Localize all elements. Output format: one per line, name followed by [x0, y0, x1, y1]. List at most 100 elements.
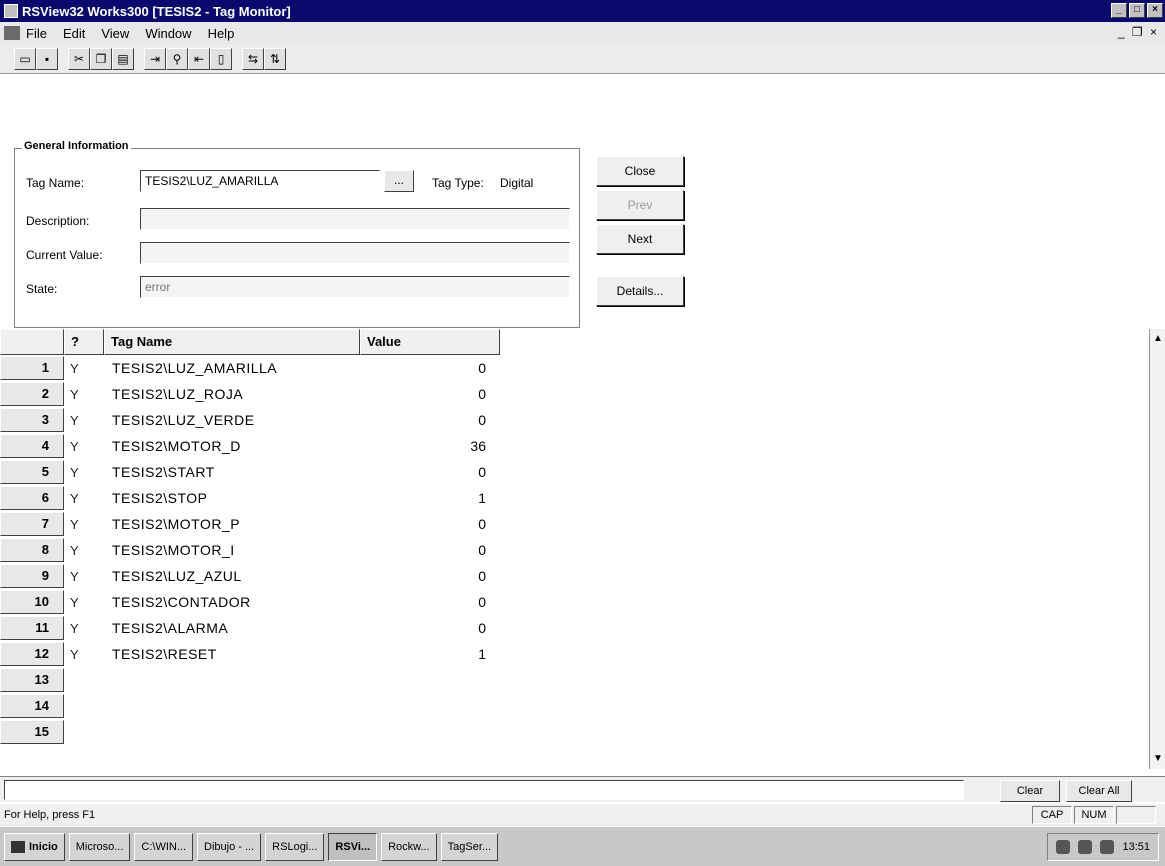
- table-row[interactable]: 8 Y TESIS2\MOTOR_I 0: [0, 538, 500, 562]
- delete-icon[interactable]: ▯: [210, 47, 232, 70]
- table-row[interactable]: 13: [0, 668, 500, 692]
- menu-window[interactable]: Window: [145, 26, 191, 41]
- maximize-button[interactable]: □: [1129, 3, 1145, 18]
- table-row[interactable]: 10 Y TESIS2\CONTADOR 0: [0, 590, 500, 614]
- window-title: RSView32 Works300 [TESIS2 - Tag Monitor]: [22, 3, 291, 19]
- taskbar-task[interactable]: TagSer...: [440, 832, 499, 861]
- grid-header: ? Tag Name Value: [0, 329, 500, 355]
- close-window-button[interactable]: ×: [1147, 3, 1163, 18]
- document-icon[interactable]: [4, 26, 20, 40]
- taskbar-task[interactable]: Microso...: [68, 832, 131, 861]
- table-row[interactable]: 3 Y TESIS2\LUZ_VERDE 0: [0, 408, 500, 432]
- table-row[interactable]: 12 Y TESIS2\RESET 1: [0, 642, 500, 666]
- app-icon[interactable]: [4, 4, 18, 18]
- window-controls: _ □ ×: [1111, 3, 1163, 18]
- table-row[interactable]: 14: [0, 694, 500, 718]
- start-button[interactable]: Inicio: [4, 832, 65, 861]
- toolbar: ▭ ▪ ✂ ❐ ▤ ⇥ ⚲ ⇤ ▯ ⇆ ⇅: [0, 44, 1165, 74]
- row-value: 0: [478, 386, 486, 402]
- row-header-corner: [0, 329, 64, 355]
- row-q-flag: Y: [70, 412, 79, 428]
- table-row[interactable]: 6 Y TESIS2\STOP 1: [0, 486, 500, 510]
- row-value: 36: [470, 438, 486, 454]
- row-number: 4: [0, 434, 64, 458]
- scroll-up-icon[interactable]: ▲: [1152, 333, 1164, 345]
- table-row[interactable]: 4 Y TESIS2\MOTOR_D 36: [0, 434, 500, 458]
- taskbar-task[interactable]: Rockw...: [381, 832, 437, 861]
- table-row[interactable]: 15: [0, 720, 500, 744]
- monitor-icon[interactable]: ⇆: [242, 47, 264, 70]
- minimize-button[interactable]: _: [1111, 3, 1127, 18]
- open-icon[interactable]: ▭: [14, 47, 36, 70]
- next-button[interactable]: Next: [596, 224, 684, 254]
- row-number: 7: [0, 512, 64, 536]
- table-row[interactable]: 1 Y TESIS2\LUZ_AMARILLA 0: [0, 356, 500, 380]
- command-input[interactable]: [4, 780, 964, 800]
- menu-help[interactable]: Help: [208, 26, 235, 41]
- row-q-flag: Y: [70, 646, 79, 662]
- row-number: 8: [0, 538, 64, 562]
- tag-name-label: Tag Name:: [26, 176, 85, 190]
- tag-import-icon[interactable]: ⇥: [144, 47, 166, 70]
- state-label: State:: [26, 282, 58, 296]
- table-row[interactable]: 2 Y TESIS2\LUZ_ROJA 0: [0, 382, 500, 406]
- row-value: 0: [478, 594, 486, 610]
- menu-file[interactable]: File: [26, 26, 47, 41]
- current-value-field: [140, 242, 570, 264]
- table-row[interactable]: 9 Y TESIS2\LUZ_AZUL 0: [0, 564, 500, 588]
- row-q-flag: Y: [70, 438, 79, 454]
- clear-button[interactable]: Clear: [1000, 780, 1060, 802]
- close-button[interactable]: Close: [596, 156, 684, 186]
- column-header-value[interactable]: Value: [360, 329, 500, 355]
- scroll-indicator: [1116, 806, 1156, 824]
- taskbar: Inicio Microso... C:\WIN... Dibujo - ... RS…: [0, 826, 1165, 866]
- windows-logo-icon: [11, 840, 25, 853]
- copy-icon[interactable]: ❐: [90, 47, 112, 70]
- row-q-flag: Y: [70, 490, 79, 506]
- volume-icon[interactable]: [1078, 839, 1093, 854]
- save-icon[interactable]: ▪: [36, 47, 58, 70]
- refresh-icon[interactable]: ⇅: [264, 47, 286, 70]
- row-value: 0: [478, 542, 486, 558]
- taskbar-task[interactable]: RSVi...: [328, 832, 378, 861]
- menu-edit[interactable]: Edit: [63, 26, 85, 41]
- command-bar: Clear Clear All: [0, 776, 1165, 802]
- description-field: [140, 208, 570, 230]
- description-label: Description:: [26, 214, 90, 228]
- status-bar: For Help, press F1 CAP NUM: [0, 804, 1165, 826]
- row-value: 1: [478, 490, 486, 506]
- clock: 13:51: [1122, 840, 1150, 853]
- row-number: 14: [0, 694, 64, 718]
- mdi-controls[interactable]: _ ❐ ×: [1118, 25, 1159, 39]
- find-icon[interactable]: ⚲: [166, 47, 188, 70]
- cap-indicator: CAP: [1032, 806, 1072, 824]
- table-row[interactable]: 5 Y TESIS2\START 0: [0, 460, 500, 484]
- printer-icon[interactable]: [1100, 839, 1115, 854]
- row-value: 0: [478, 620, 486, 636]
- column-header-q[interactable]: ?: [64, 329, 104, 355]
- row-number: 2: [0, 382, 64, 406]
- tag-name-field[interactable]: TESIS2\LUZ_AMARILLA: [140, 170, 380, 192]
- cut-icon[interactable]: ✂: [68, 47, 90, 70]
- row-q-flag: Y: [70, 542, 79, 558]
- paste-icon[interactable]: ▤: [112, 47, 134, 70]
- menu-view[interactable]: View: [101, 26, 129, 41]
- details-button[interactable]: Details...: [596, 276, 684, 306]
- column-header-tag-name[interactable]: Tag Name: [104, 329, 360, 355]
- row-q-flag: Y: [70, 568, 79, 584]
- grid-scrollbar[interactable]: ▲ ▼: [1149, 329, 1165, 769]
- clear-all-button[interactable]: Clear All: [1066, 780, 1132, 802]
- table-row[interactable]: 11 Y TESIS2\ALARMA 0: [0, 616, 500, 640]
- current-value-label: Current Value:: [26, 248, 103, 262]
- scroll-down-icon[interactable]: ▼: [1152, 753, 1164, 765]
- tag-export-icon[interactable]: ⇤: [188, 47, 210, 70]
- table-row[interactable]: 7 Y TESIS2\MOTOR_P 0: [0, 512, 500, 536]
- taskbar-task[interactable]: Dibujo - ...: [197, 832, 262, 861]
- browse-tag-button[interactable]: ...: [384, 170, 414, 192]
- row-q-flag: Y: [70, 464, 79, 480]
- row-tag-name: TESIS2\MOTOR_D: [112, 438, 241, 454]
- network-icon[interactable]: [1056, 839, 1071, 854]
- taskbar-task[interactable]: C:\WIN...: [134, 832, 194, 861]
- taskbar-task[interactable]: RSLogi...: [265, 832, 325, 861]
- title-bar: RSView32 Works300 [TESIS2 - Tag Monitor]…: [0, 0, 1165, 22]
